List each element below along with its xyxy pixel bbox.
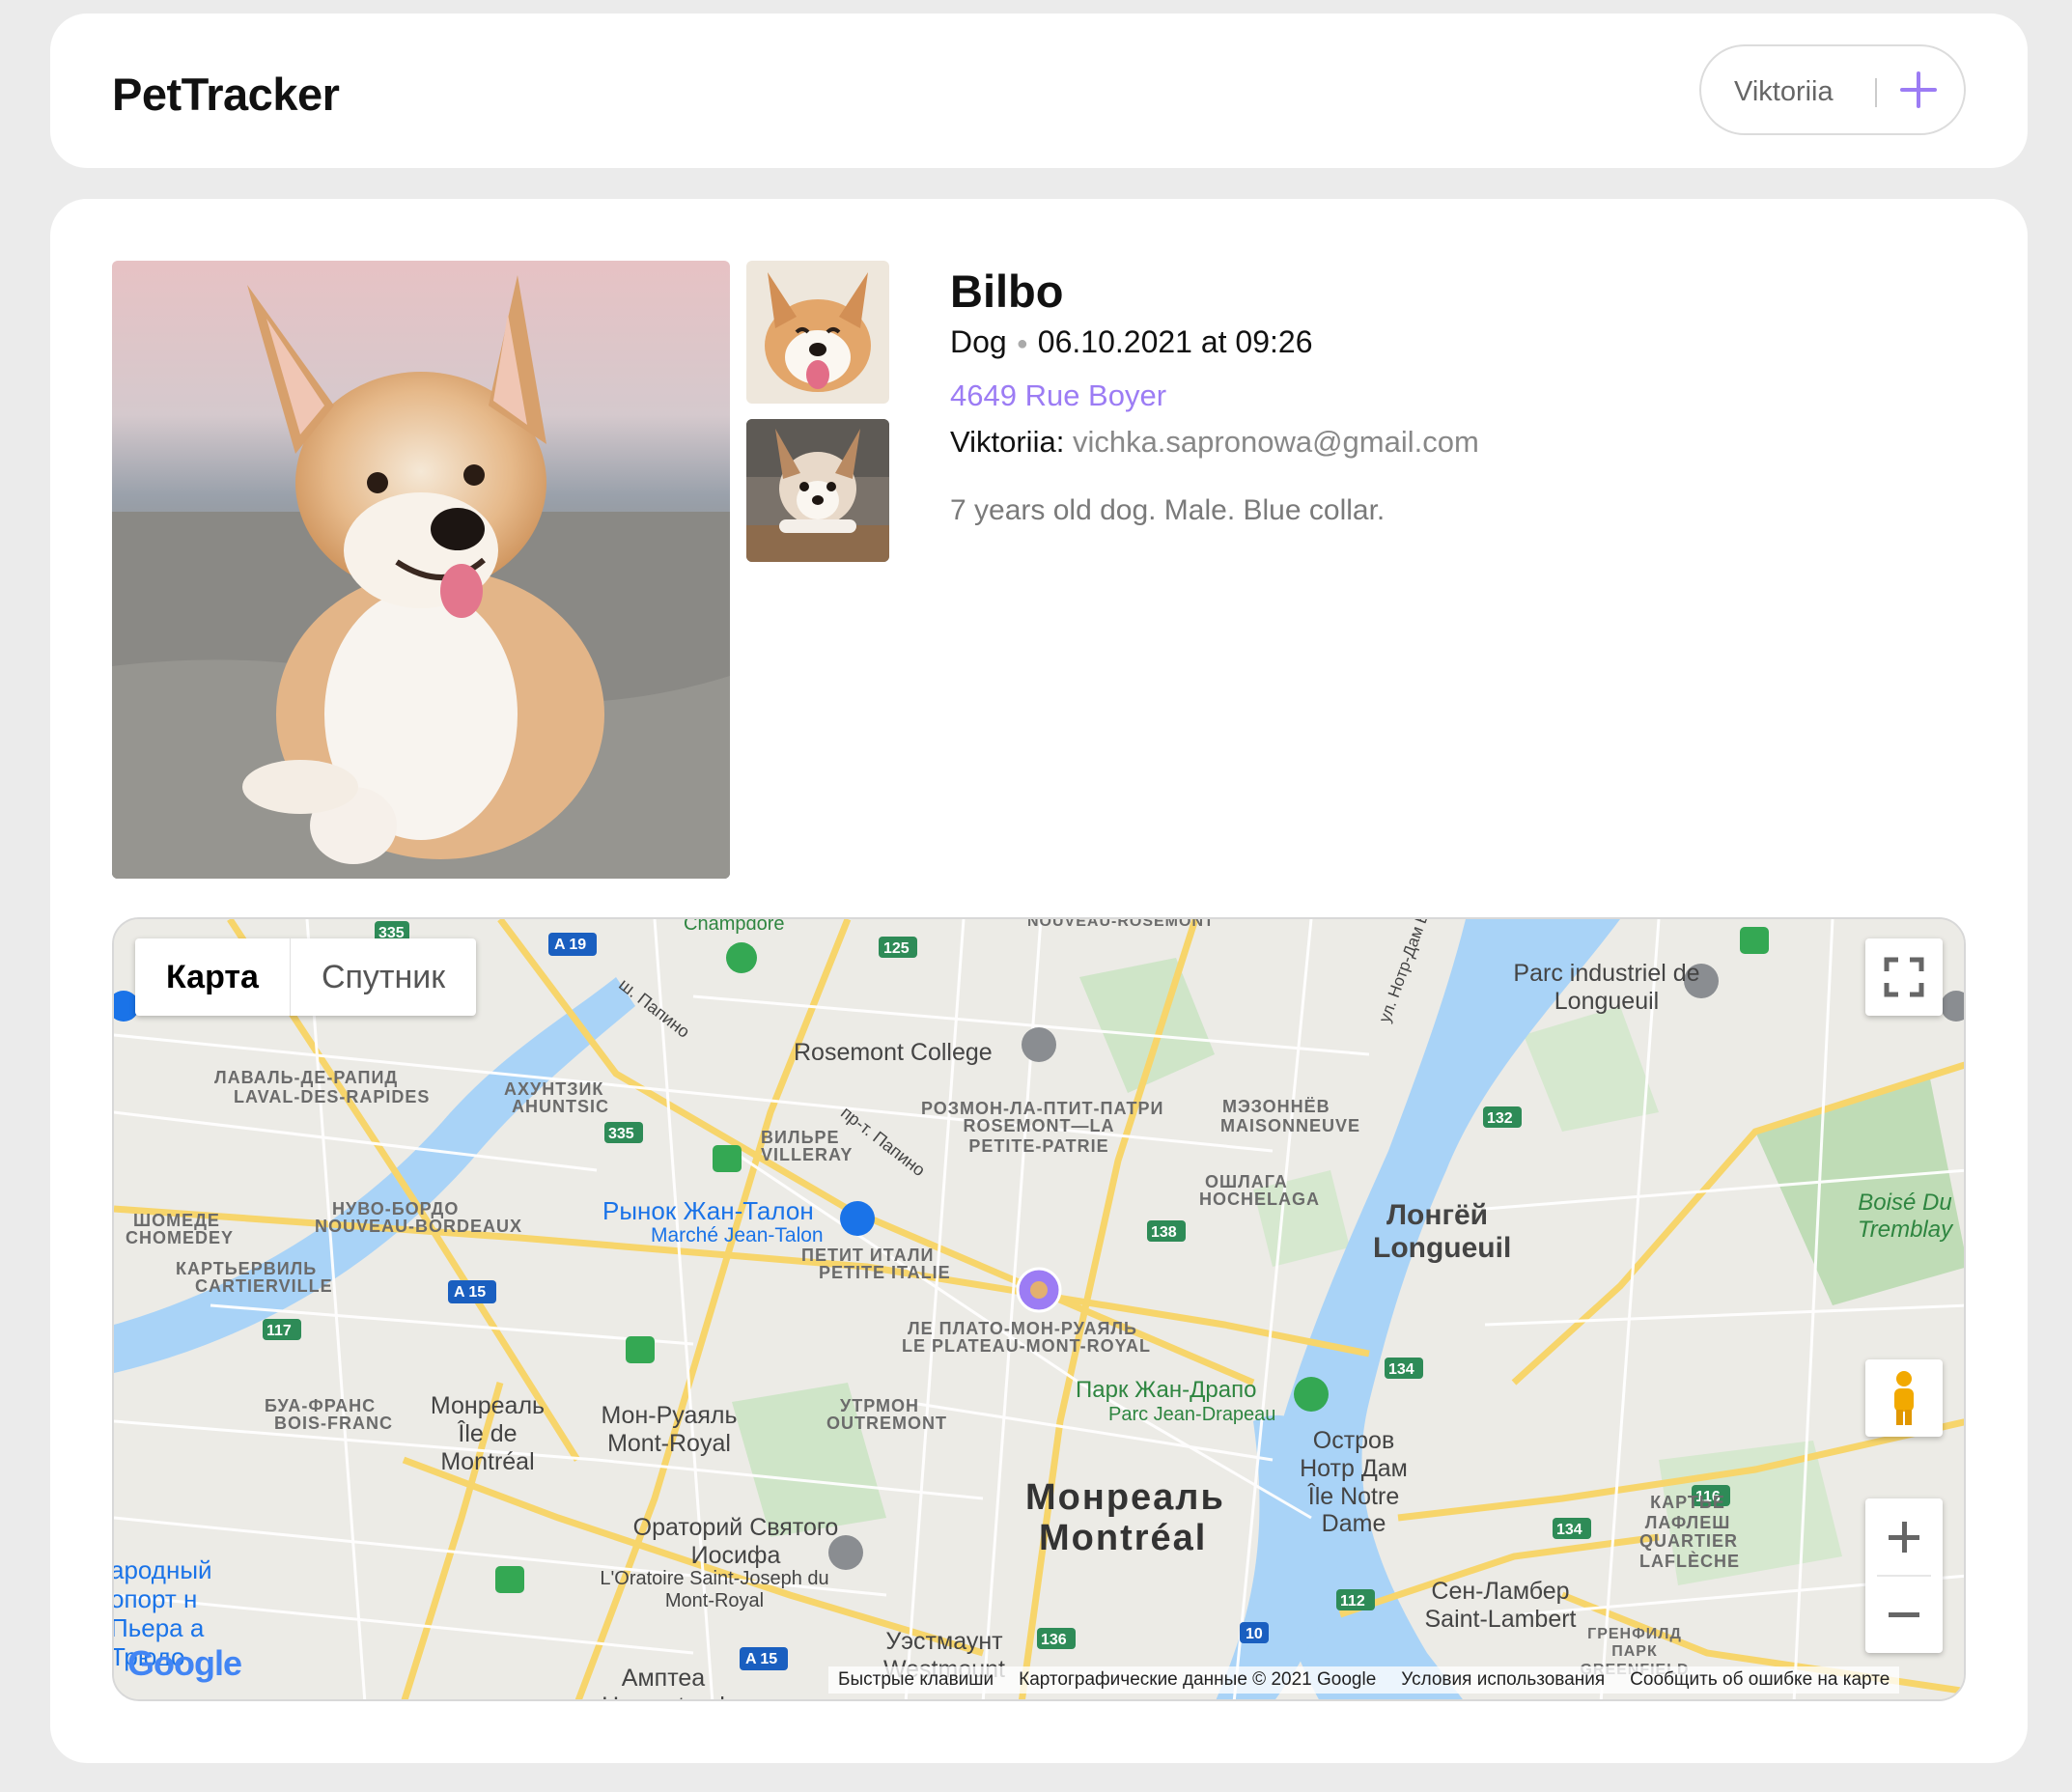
zoom-controls (1865, 1498, 1943, 1653)
pet-name: Bilbo (950, 266, 1064, 317)
map-label: BOIS-FRANC (274, 1414, 393, 1433)
map-tiles[interactable]: 335 A 19 125 132 335 138 A 15 117 134 11… (114, 919, 1966, 1701)
owner-contact: Viktoriia: vichka.sapronowa@gmail.com (950, 425, 1479, 460)
map-label: CARTIERVILLE (195, 1276, 333, 1296)
road-shield: 112 (1340, 1593, 1365, 1610)
map-label: Парк Жан-Драпо (1076, 1377, 1257, 1403)
minus-icon (1889, 1612, 1919, 1617)
map-label: Champdore (684, 917, 785, 935)
map-label: NOUVEAU-BORDEAUX (315, 1217, 523, 1236)
header-bar: PetTracker Viktoriia (50, 14, 2028, 168)
road-shield: 136 (1041, 1632, 1067, 1648)
pet-meta: Dog ● 06.10.2021 at 09:26 (950, 324, 1313, 360)
road-shield: A 15 (454, 1284, 486, 1301)
map-label: Boisé Du Tremblay (1857, 1190, 1953, 1243)
map-label: AHUNTSIC (512, 1097, 609, 1116)
google-logo[interactable]: Google (127, 1643, 242, 1684)
road-shield: 335 (608, 1126, 634, 1142)
road-shield: 138 (1151, 1224, 1177, 1241)
map-type-satellite-button[interactable]: Спутник (291, 938, 476, 1016)
map-label: Амптеа Hampstead (602, 1665, 725, 1699)
map-label: Сен-Ламбер Saint-Lambert (1424, 1578, 1577, 1633)
user-menu[interactable]: Viktoriia (1699, 44, 1966, 135)
map-footer: Быстрые клавиши Картографические данные … (828, 1666, 1900, 1694)
map-label: OUTREMONT (826, 1414, 947, 1433)
map-label: Marché Jean-Talon (651, 1224, 824, 1246)
fullscreen-button[interactable] (1865, 938, 1943, 1016)
road-shield: 117 (266, 1323, 292, 1339)
brand-title[interactable]: PetTracker (112, 68, 340, 121)
map-label: HOCHELAGA (1199, 1190, 1320, 1209)
street-view-button[interactable] (1865, 1359, 1943, 1437)
pet-description: 7 years old dog. Male. Blue collar. (950, 494, 1386, 526)
map-label: ЛАВАЛЬ-ДЕ-РАПИД (214, 1068, 399, 1087)
road-shield: A 15 (745, 1651, 777, 1667)
road-shield: 134 (1556, 1522, 1582, 1538)
map-label: Рынок Жан-Талон (602, 1196, 814, 1225)
map-label: Монреаль (1025, 1477, 1225, 1518)
pegman-icon (1894, 1371, 1914, 1425)
map-label: Лонгёй (1386, 1199, 1489, 1231)
report-error-link[interactable]: Сообщить об ошибке на карте (1630, 1666, 1890, 1694)
road-shield: 132 (1487, 1110, 1513, 1127)
zoom-in-button[interactable] (1865, 1498, 1943, 1576)
map-label: Parc industriel de Longueuil (1513, 960, 1700, 1015)
map-label: CHOMEDEY (126, 1228, 235, 1247)
map-label: Montréal (1039, 1518, 1208, 1558)
map-label: Ораторий Святого Иосифа (632, 1514, 839, 1569)
map-label: L'Oratoire Saint-Joseph du Mont-Royal (600, 1568, 829, 1611)
pet-datetime: 06.10.2021 at 09:26 (1037, 324, 1313, 359)
map-label: Rosemont College (794, 1039, 993, 1066)
pet-main-photo[interactable] (112, 261, 730, 879)
divider (1875, 78, 1877, 107)
add-pet-button[interactable] (1896, 68, 1941, 112)
map-label: Монреаль Île de Montréal (430, 1392, 546, 1475)
terms-link[interactable]: Условия использования (1401, 1666, 1605, 1694)
map-label: Parc Jean-Drapeau (1108, 1404, 1276, 1425)
road-shield: A 19 (554, 937, 586, 953)
map-label: КАРТЬЕ ЛАФЛЕШ (1644, 1493, 1731, 1532)
map-label: VILLERAY (761, 1145, 854, 1164)
map-label: МЭЗОННЁВ (1222, 1097, 1330, 1116)
pet-thumbnail-2[interactable] (746, 419, 889, 562)
google-logo-text: Google (127, 1643, 242, 1683)
map-label: Остров Нотр Дам Île Notre Dame (1300, 1427, 1408, 1538)
map-data-attribution: Картографические данные © 2021 Google (1019, 1669, 1377, 1690)
pet-species: Dog (950, 324, 1007, 359)
map-label: Longueuil (1373, 1232, 1512, 1264)
road-shield: 125 (883, 940, 910, 957)
user-name[interactable]: Viktoriia (1734, 76, 1834, 108)
keyboard-shortcuts-link[interactable]: Быстрые клавиши (838, 1666, 994, 1694)
pet-thumbnail-1[interactable] (746, 261, 889, 404)
map-type-toggle: Карта Спутник (135, 938, 477, 1016)
map-label: ROSEMONT—LA PETITE-PATRIE (963, 1116, 1115, 1156)
road-shield: 10 (1246, 1626, 1263, 1642)
map-label: Мон-Руаяль Mont-Royal (601, 1402, 738, 1457)
location-map[interactable]: 335 A 19 125 132 335 138 A 15 117 134 11… (112, 917, 1966, 1701)
map-label: MAISONNEUVE (1220, 1116, 1361, 1135)
map-label: PETITE ITALIE (819, 1263, 951, 1282)
fullscreen-icon (1884, 957, 1924, 997)
road-shield: 134 (1388, 1361, 1414, 1378)
map-label: LAVAL-DES-RAPIDES (234, 1087, 431, 1106)
map-label: QUARTIER LAFLÈCHE (1639, 1531, 1740, 1571)
map-label: LE PLATEAU-MONT-ROYAL (902, 1336, 1151, 1356)
zoom-out-button[interactable] (1865, 1576, 1943, 1653)
map-label: NOUVEAU-ROSEMONT (1027, 917, 1215, 930)
owner-name: Viktoriia: (950, 425, 1065, 459)
owner-email[interactable]: vichka.sapronowa@gmail.com (1073, 425, 1479, 459)
pet-card: Bilbo Dog ● 06.10.2021 at 09:26 4649 Rue B… (50, 199, 2028, 1763)
pet-address-link[interactable]: 4649 Rue Boyer (950, 378, 1166, 413)
map-type-map-button[interactable]: Карта (135, 938, 291, 1016)
separator-dot: ● (1016, 333, 1028, 355)
